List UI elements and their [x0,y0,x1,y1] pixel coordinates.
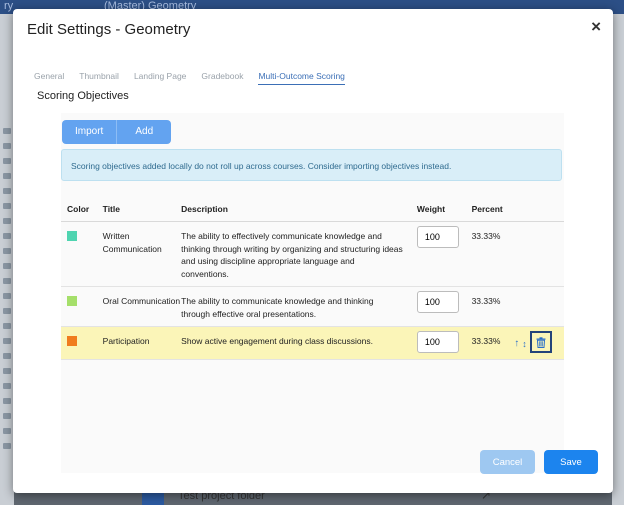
section-title: Scoring Objectives [37,90,129,102]
column-header-weight: Weight [416,197,472,222]
row-actions: ↑ ↕ [514,331,564,353]
add-button[interactable]: Add [117,120,172,144]
info-alert: Scoring objectives added locally do not … [61,149,562,181]
tab-gradebook[interactable]: Gradebook [201,71,243,85]
weight-input[interactable] [416,331,459,353]
import-button[interactable]: Import [62,120,118,144]
objective-description: The ability to communicate knowledge and… [181,286,417,327]
column-header-percent: Percent [471,197,515,222]
color-swatch[interactable] [67,336,77,346]
tab-general[interactable]: General [34,71,64,85]
trash-icon [536,336,546,348]
settings-tabs: General Thumbnail Landing Page Gradebook… [34,71,360,85]
column-header-actions [514,197,564,222]
weight-input[interactable] [416,291,459,313]
objective-title: Written Communication [102,221,182,287]
cancel-button[interactable]: Cancel [480,450,535,474]
color-swatch[interactable] [67,231,77,241]
column-header-color: Color [61,197,103,222]
color-swatch[interactable] [67,296,77,306]
objective-description: The ability to effectively communicate k… [181,221,417,287]
objective-percent: 33.33% [471,286,515,327]
background-left-panel [0,14,14,505]
weight-input[interactable] [416,226,459,248]
import-add-button-group: Import Add [62,120,172,144]
delete-button[interactable] [529,331,552,353]
objective-description: Show active engagement during class disc… [181,326,417,360]
objective-title: Oral Communication [102,286,182,327]
save-button[interactable]: Save [544,450,598,474]
table-row: Written Communication The ability to eff… [61,221,564,287]
tab-thumbnail[interactable]: Thumbnail [79,71,119,85]
background-right-panel [612,14,624,505]
move-up-icon[interactable]: ↑ [514,338,519,351]
objectives-table: Color Title Description Weight Percent W… [61,197,564,360]
column-header-description: Description [181,197,417,222]
objective-title: Participation [102,326,182,360]
close-icon[interactable]: × [591,17,601,37]
tab-multi-outcome-scoring[interactable]: Multi-Outcome Scoring [258,71,345,85]
tab-landing-page[interactable]: Landing Page [134,71,186,85]
column-header-title: Title [102,197,182,222]
table-row-selected: Participation Show active engagement dur… [61,326,564,360]
table-row: Oral Communication The ability to commun… [61,286,564,327]
objective-percent: 33.33% [471,221,515,287]
background-header-text: ry [4,0,14,12]
drag-handle-icon[interactable]: ↕ [522,338,527,351]
scoring-objectives-panel: Import Add Scoring objectives added loca… [61,113,564,473]
objective-percent: 33.33% [471,326,515,360]
edit-settings-modal: Edit Settings - Geometry × General Thumb… [13,9,613,493]
modal-title: Edit Settings - Geometry [27,21,191,38]
